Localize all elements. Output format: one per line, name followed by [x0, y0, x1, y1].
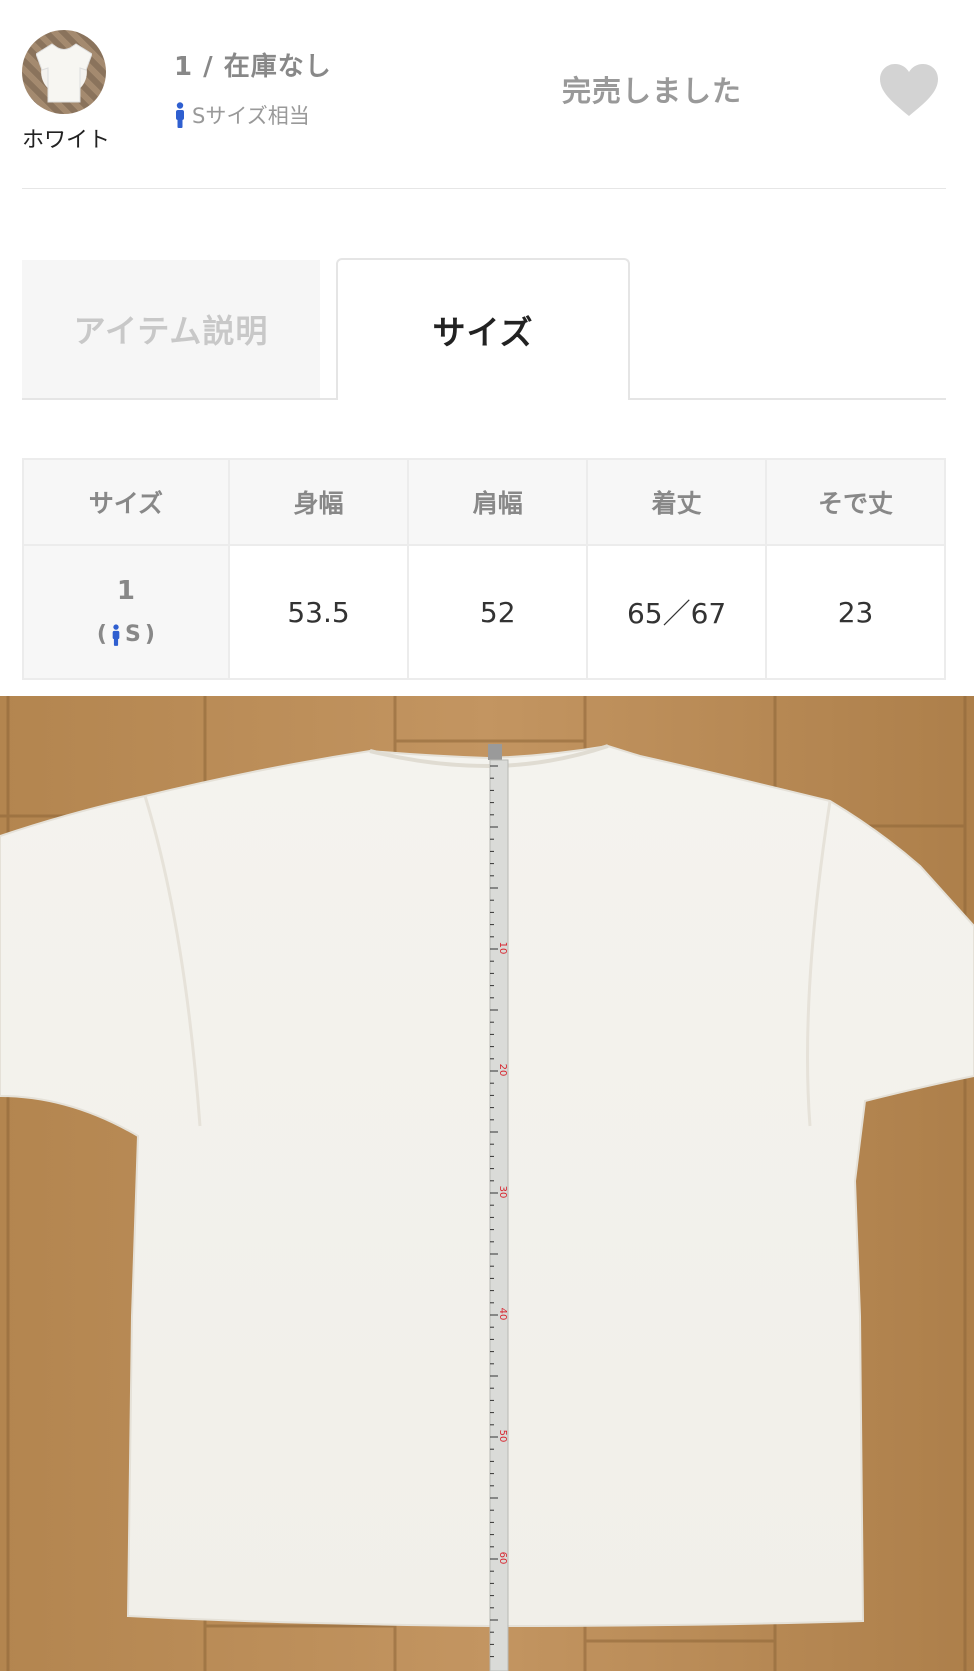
size-table: サイズ 身幅 肩幅 着丈 そで丈 1 ( S) 53.5 52 65／67 23: [22, 458, 946, 680]
column-header-sleeve-length: そで丈: [765, 458, 946, 546]
tape-mark-label: 30: [497, 1186, 508, 1199]
table-header-row: サイズ 身幅 肩幅 着丈 そで丈: [22, 458, 946, 546]
size-equivalent-code: S: [124, 622, 141, 647]
tab-bar: アイテム説明 サイズ: [22, 258, 946, 400]
table-row: 1 ( S) 53.5 52 65／67 23: [22, 544, 946, 680]
size-equivalent-label: Sサイズ相当: [192, 104, 310, 128]
person-icon: [112, 623, 120, 646]
length-value: 65／67: [586, 544, 768, 680]
color-label: ホワイト: [22, 128, 111, 153]
sold-out-label: 完売しました: [562, 74, 743, 108]
person-icon: [174, 102, 186, 128]
shirt-thumbnail-icon: [36, 43, 92, 103]
size-number: 1: [116, 576, 135, 606]
tab-item-description[interactable]: アイテム説明: [22, 260, 320, 398]
tape-mark-label: 50: [497, 1430, 508, 1443]
tape-mark-label: 40: [497, 1308, 508, 1321]
shirt-measurement-image: 10 20 30 40 50 60: [0, 696, 974, 1671]
white-shirt: [0, 744, 974, 1628]
column-header-body-width: 身幅: [227, 458, 410, 546]
tape-mark-label: 60: [497, 1552, 508, 1565]
body-width-value: 53.5: [227, 544, 410, 680]
column-header-shoulder-width: 肩幅: [407, 458, 589, 546]
tape-mark-label: 20: [497, 1064, 508, 1077]
sleeve-length-value: 23: [765, 544, 946, 680]
variant-row: ホワイト 1 / 在庫なし Sサイズ相当 完売しました: [0, 0, 974, 190]
size-equivalent: Sサイズ相当: [174, 100, 310, 130]
product-photo: 10 20 30 40 50 60: [0, 696, 974, 1671]
column-header-size: サイズ: [22, 458, 230, 546]
heart-icon[interactable]: [878, 62, 940, 122]
size-cell: 1 ( S): [22, 544, 230, 680]
measuring-tape: 10 20 30 40 50 60: [488, 744, 509, 1671]
tape-mark-label: 10: [497, 942, 508, 955]
shoulder-width-value: 52: [407, 544, 589, 680]
column-header-length: 着丈: [586, 458, 768, 546]
tab-size[interactable]: サイズ: [336, 258, 630, 400]
size-stock-status: 1 / 在庫なし: [174, 52, 332, 82]
color-swatch[interactable]: [22, 30, 106, 114]
size-equivalent-tag: ( S): [96, 622, 155, 647]
divider: [22, 188, 946, 189]
